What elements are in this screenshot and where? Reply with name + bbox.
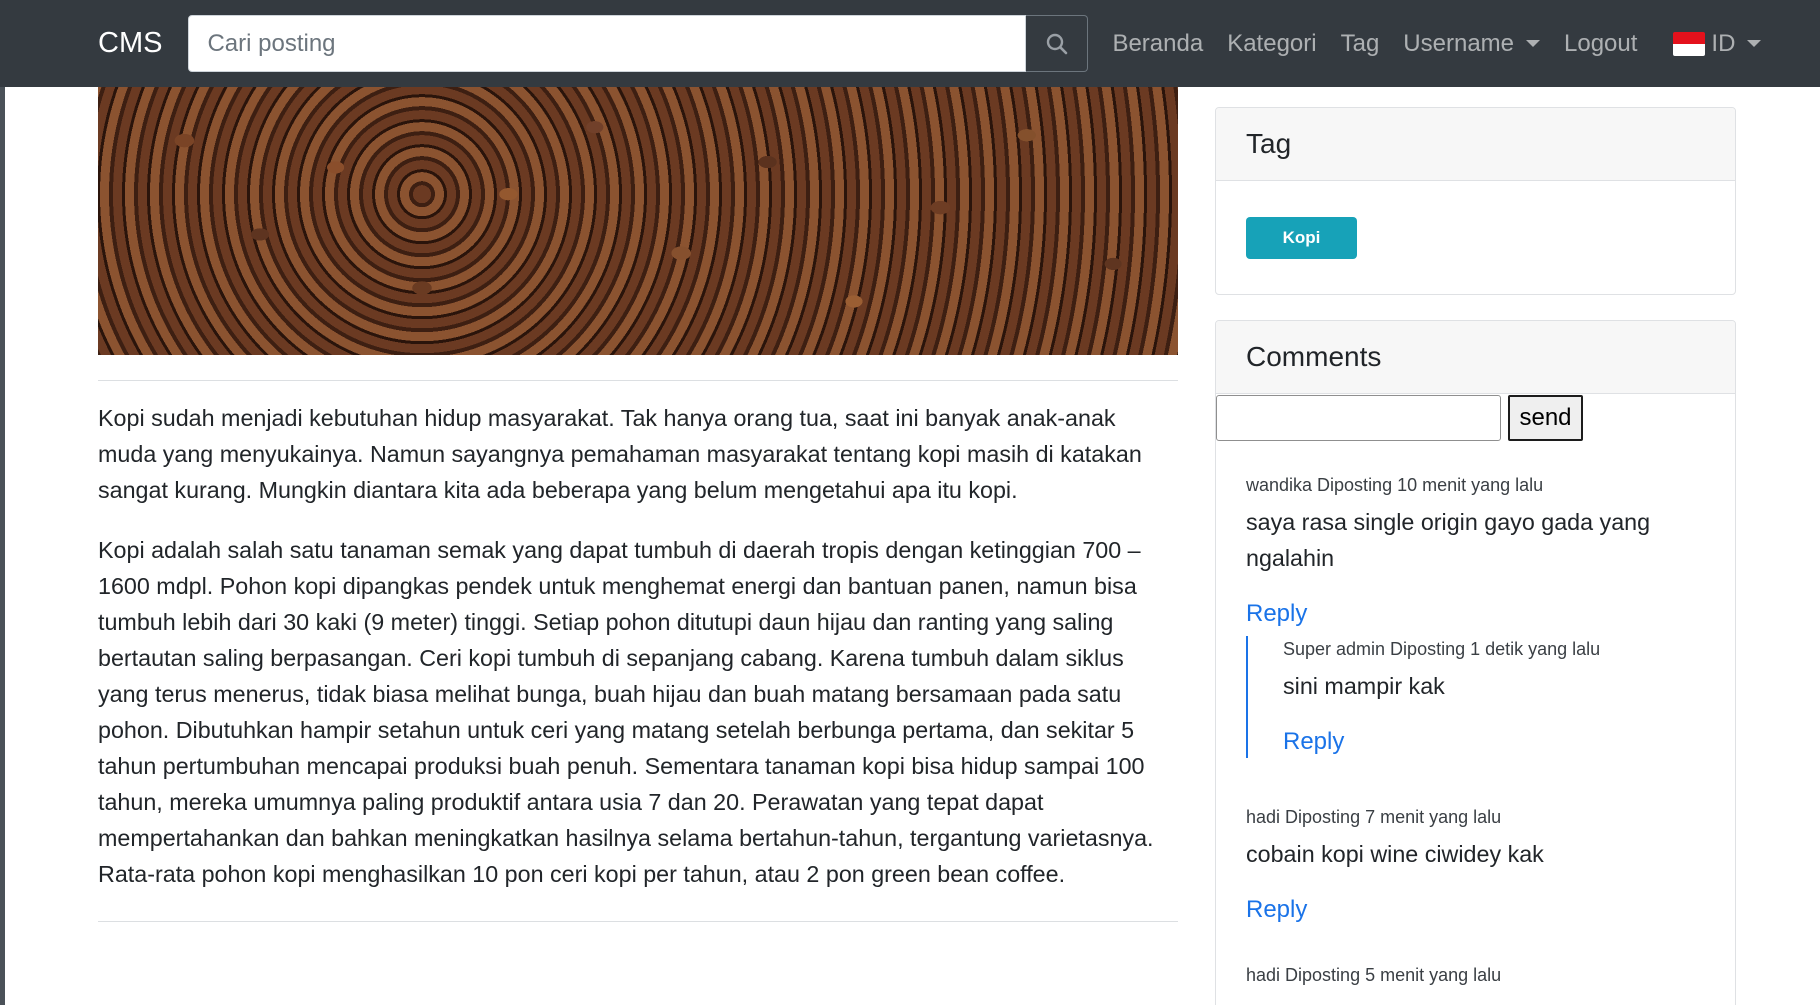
search-group <box>188 15 1089 72</box>
window-edge <box>0 0 5 1005</box>
nav-tag-link[interactable]: Tag <box>1329 30 1392 58</box>
indonesia-flag-icon <box>1673 31 1706 56</box>
language-code: ID <box>1711 29 1736 57</box>
reply-link[interactable]: Reply <box>1246 894 1705 926</box>
comment-meta: hadi Diposting 5 menit yang lalu <box>1246 965 1502 985</box>
divider-bottom <box>98 921 1178 922</box>
page: CMS Beranda Kategori Tag Username Logout… <box>0 0 1820 1005</box>
coffee-beans-image <box>98 87 1178 355</box>
comment-list: wandika Diposting 10 menit yang lalu say… <box>1216 442 1735 988</box>
user-dropdown[interactable]: Username <box>1391 30 1552 58</box>
comment-item: wandika Diposting 10 menit yang lalu say… <box>1246 472 1705 758</box>
tag-card: Tag Kopi <box>1215 107 1736 295</box>
comment-meta: wandika Diposting 10 menit yang lalu <box>1246 475 1544 495</box>
comment-text: cobain kopi wine ciwidey kak <box>1246 841 1544 867</box>
comments-card-title: Comments <box>1216 321 1735 394</box>
nav-category-link[interactable]: Kategori <box>1215 30 1328 58</box>
reply-link[interactable]: Reply <box>1283 726 1705 758</box>
reply-link[interactable]: Reply <box>1246 598 1705 630</box>
search-input[interactable] <box>188 15 1027 72</box>
send-button[interactable]: send <box>1508 395 1583 441</box>
comment-meta: hadi Diposting 7 menit yang lalu <box>1246 807 1502 827</box>
logout-link[interactable]: Logout <box>1552 30 1649 58</box>
nested-reply: Super admin Diposting 1 detik yang lalu … <box>1246 636 1705 758</box>
comment-form: send <box>1216 394 1735 442</box>
tag-card-title: Tag <box>1216 108 1735 181</box>
comment-item: hadi Diposting 7 menit yang lalu cobain … <box>1246 804 1705 926</box>
comment-item: hadi Diposting 5 menit yang lalu <box>1246 962 1705 988</box>
search-button[interactable] <box>1026 15 1089 72</box>
comments-card: Comments send wandika Diposting 10 menit… <box>1215 320 1736 1005</box>
brand-logo[interactable]: CMS <box>98 27 162 60</box>
article-paragraph: Kopi sudah menjadi kebutuhan hidup masya… <box>98 405 1142 503</box>
comment-meta: Super admin Diposting 1 detik yang lalu <box>1283 639 1601 659</box>
top-navbar: CMS Beranda Kategori Tag Username Logout… <box>0 0 1820 87</box>
comment-text: sini mampir kak <box>1283 673 1445 699</box>
tag-badge-kopi[interactable]: Kopi <box>1246 217 1357 259</box>
nav-links: Beranda Kategori Tag Username Logout ID <box>1100 30 1773 58</box>
comment-text: saya rasa single origin gayo gada yang n… <box>1246 509 1651 571</box>
article-paragraph: Kopi adalah salah satu tanaman semak yan… <box>98 537 1154 887</box>
divider-top <box>98 380 1178 381</box>
nav-home-link[interactable]: Beranda <box>1100 30 1215 58</box>
search-icon <box>1046 33 1068 54</box>
article-body: Kopi sudah menjadi kebutuhan hidup masya… <box>98 400 1180 916</box>
comment-input[interactable] <box>1216 395 1501 441</box>
tag-card-body: Kopi <box>1216 181 1735 294</box>
language-dropdown[interactable]: ID <box>1661 30 1773 58</box>
